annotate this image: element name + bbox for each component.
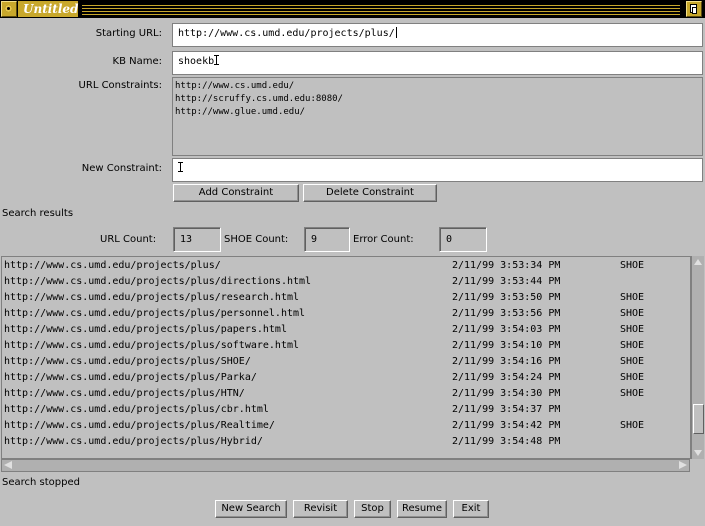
result-tag: SHOE <box>620 308 645 319</box>
kb-name-input[interactable]: shoekb <box>172 51 703 75</box>
search-results-list[interactable]: http://www.cs.umd.edu/projects/plus/2/11… <box>1 256 691 459</box>
result-row[interactable]: http://www.cs.umd.edu/projects/plus/Park… <box>4 370 684 386</box>
url-count-value: 13 <box>173 227 221 252</box>
error-count-label: Error Count: <box>353 234 414 245</box>
shoe-count-value: 9 <box>304 227 350 252</box>
result-url: http://www.cs.umd.edu/projects/plus/dire… <box>4 276 312 287</box>
scroll-left-icon[interactable] <box>4 461 12 469</box>
result-url: http://www.cs.umd.edu/projects/plus/cbr.… <box>4 404 269 415</box>
delete-constraint-button[interactable]: Delete Constraint <box>303 184 437 202</box>
url-count-label: URL Count: <box>100 234 157 245</box>
result-row[interactable]: http://www.cs.umd.edu/projects/plus/dire… <box>4 274 684 290</box>
scroll-up-icon[interactable] <box>694 259 702 265</box>
window-resize-icon[interactable] <box>686 1 702 17</box>
result-row[interactable]: http://www.cs.umd.edu/projects/plus/cbr.… <box>4 402 684 418</box>
result-time: 2/11/99 3:53:50 PM <box>452 292 561 303</box>
url-constraints-list[interactable]: http://www.cs.umd.edu/ http://scruffy.cs… <box>172 77 703 156</box>
constraint-item[interactable]: http://www.cs.umd.edu/ <box>175 80 702 93</box>
result-time: 2/11/99 3:53:56 PM <box>452 308 561 319</box>
result-time: 2/11/99 3:54:03 PM <box>452 324 561 335</box>
window-menu-icon[interactable] <box>1 1 17 17</box>
result-url: http://www.cs.umd.edu/projects/plus/soft… <box>4 340 300 351</box>
title-bar-pattern <box>82 3 680 15</box>
new-constraint-label: New Constraint: <box>81 163 162 174</box>
resume-button[interactable]: Resume <box>397 500 447 518</box>
result-time: 2/11/99 3:53:44 PM <box>452 276 561 287</box>
result-tag: SHOE <box>620 260 645 271</box>
result-time: 2/11/99 3:54:42 PM <box>452 420 561 431</box>
new-search-button[interactable]: New Search <box>215 500 287 518</box>
result-url: http://www.cs.umd.edu/projects/plus/SHOE… <box>4 356 251 367</box>
result-url: http://www.cs.umd.edu/projects/plus/Park… <box>4 372 257 383</box>
ibeam-cursor-icon <box>214 55 220 65</box>
result-url: http://www.cs.umd.edu/projects/plus/ <box>4 260 221 271</box>
result-time: 2/11/99 3:54:16 PM <box>452 356 561 367</box>
shoe-count-label: SHOE Count: <box>224 234 289 245</box>
exit-button[interactable]: Exit <box>453 500 489 518</box>
vertical-scroll-thumb[interactable] <box>693 404 704 434</box>
result-time: 2/11/99 3:54:30 PM <box>452 388 561 399</box>
constraint-item[interactable]: http://www.glue.umd.edu/ <box>175 106 702 119</box>
starting-url-value: http://www.cs.umd.edu/projects/plus/ <box>178 28 395 39</box>
add-constraint-button[interactable]: Add Constraint <box>173 184 299 202</box>
new-constraint-input[interactable] <box>172 158 703 182</box>
result-row[interactable]: http://www.cs.umd.edu/projects/plus/rese… <box>4 290 684 306</box>
constraint-item[interactable]: http://scruffy.cs.umd.edu:8080/ <box>175 93 702 106</box>
horizontal-scrollbar[interactable] <box>1 459 690 472</box>
result-tag: SHOE <box>620 340 645 351</box>
starting-url-label: Starting URL: <box>95 28 162 39</box>
ibeam-cursor-icon <box>178 162 183 172</box>
result-row[interactable]: http://www.cs.umd.edu/projects/plus/pape… <box>4 322 684 338</box>
result-tag: SHOE <box>620 292 645 303</box>
result-tag: SHOE <box>620 388 645 399</box>
result-time: 2/11/99 3:53:34 PM <box>452 260 561 271</box>
result-row[interactable]: http://www.cs.umd.edu/projects/plus/2/11… <box>4 258 684 274</box>
result-url: http://www.cs.umd.edu/projects/plus/pers… <box>4 308 306 319</box>
result-url: http://www.cs.umd.edu/projects/plus/pape… <box>4 324 287 335</box>
result-row[interactable]: http://www.cs.umd.edu/projects/plus/HTN/… <box>4 386 684 402</box>
result-time: 2/11/99 3:54:24 PM <box>452 372 561 383</box>
status-text: Search stopped <box>2 477 80 488</box>
text-cursor <box>395 27 397 38</box>
revisit-button[interactable]: Revisit <box>293 500 348 518</box>
kb-name-value: shoekb <box>178 56 215 67</box>
vertical-scrollbar[interactable] <box>691 256 704 459</box>
result-url: http://www.cs.umd.edu/projects/plus/Real… <box>4 420 275 431</box>
scroll-down-icon[interactable] <box>694 450 702 456</box>
result-url: http://www.cs.umd.edu/projects/plus/HTN/ <box>4 388 245 399</box>
url-constraints-label: URL Constraints: <box>78 80 162 91</box>
result-row[interactable]: http://www.cs.umd.edu/projects/plus/pers… <box>4 306 684 322</box>
result-tag: SHOE <box>620 372 645 383</box>
result-time: 2/11/99 3:54:48 PM <box>452 436 561 447</box>
result-tag: SHOE <box>620 356 645 367</box>
scroll-right-icon[interactable] <box>679 461 687 469</box>
result-row[interactable]: http://www.cs.umd.edu/projects/plus/soft… <box>4 338 684 354</box>
result-time: 2/11/99 3:54:37 PM <box>452 404 561 415</box>
window-title: Untitled <box>18 1 78 17</box>
result-tag: SHOE <box>620 420 645 431</box>
result-row[interactable]: http://www.cs.umd.edu/projects/plus/SHOE… <box>4 354 684 370</box>
search-results-heading: Search results <box>2 208 74 219</box>
result-url: http://www.cs.umd.edu/projects/plus/rese… <box>4 292 300 303</box>
starting-url-input[interactable]: http://www.cs.umd.edu/projects/plus/ <box>172 23 703 47</box>
kb-name-label: KB Name: <box>112 56 162 67</box>
result-tag: SHOE <box>620 324 645 335</box>
error-count-value: 0 <box>439 227 487 252</box>
stop-button[interactable]: Stop <box>354 500 391 518</box>
result-url: http://www.cs.umd.edu/projects/plus/Hybr… <box>4 436 263 447</box>
result-row[interactable]: http://www.cs.umd.edu/projects/plus/Hybr… <box>4 434 684 450</box>
result-row[interactable]: http://www.cs.umd.edu/projects/plus/Real… <box>4 418 684 434</box>
result-time: 2/11/99 3:54:10 PM <box>452 340 561 351</box>
title-bar[interactable]: Untitled <box>0 0 705 18</box>
